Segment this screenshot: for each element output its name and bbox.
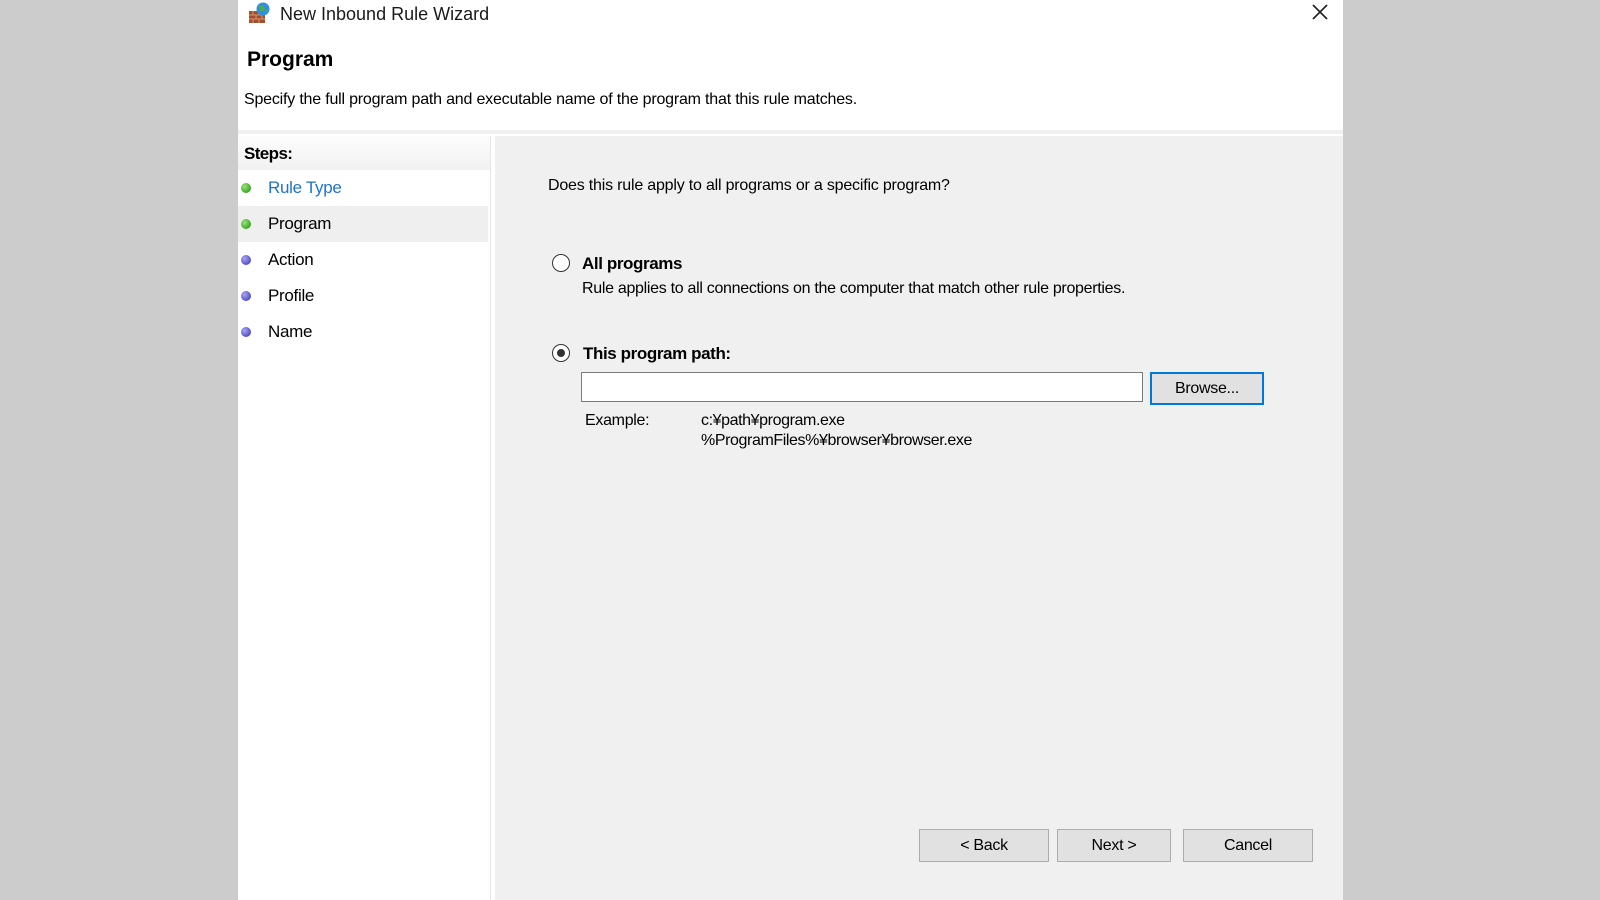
step-label: Action [268, 250, 314, 269]
next-button[interactable]: Next > [1057, 829, 1171, 862]
step-complete-icon [241, 183, 251, 193]
step-label: Program [268, 214, 332, 233]
all-programs-radio[interactable] [552, 254, 570, 272]
program-path-label[interactable]: This program path: [583, 344, 731, 364]
example-path-1: c:¥path¥program.exe [701, 412, 845, 429]
header-divider [238, 130, 1343, 134]
close-button[interactable] [1303, 0, 1337, 28]
steps-panel: Steps: Rule Type Program Action Profile … [238, 136, 491, 900]
page-description: Specify the full program path and execut… [244, 91, 857, 108]
step-label: Profile [268, 286, 315, 305]
wizard-window: New Inbound Rule Wizard Program Specify … [238, 0, 1343, 900]
all-programs-description: Rule applies to all connections on the c… [582, 280, 1126, 297]
window-title: New Inbound Rule Wizard [280, 4, 490, 24]
back-button[interactable]: < Back [919, 829, 1049, 862]
step-program[interactable]: Program [238, 206, 488, 242]
step-pending-icon [241, 291, 251, 301]
page-title: Program [247, 48, 334, 71]
firewall-globe-icon [248, 2, 272, 24]
step-profile: Profile [238, 278, 490, 314]
browse-button[interactable]: Browse... [1150, 372, 1264, 405]
steps-heading: Steps: [238, 136, 490, 170]
step-pending-icon [241, 327, 251, 337]
step-complete-icon [241, 219, 251, 229]
example-label: Example: [585, 412, 650, 429]
content-panel: Does this rule apply to all programs or … [495, 136, 1343, 900]
cancel-button[interactable]: Cancel [1183, 829, 1313, 862]
question-text: Does this rule apply to all programs or … [548, 177, 950, 194]
title-bar: New Inbound Rule Wizard [238, 0, 1343, 30]
step-label: Name [268, 322, 313, 341]
close-icon [1311, 3, 1329, 26]
step-name: Name [238, 314, 490, 350]
step-label: Rule Type [268, 178, 342, 197]
program-path-input[interactable] [581, 372, 1143, 402]
example-path-2: %ProgramFiles%¥browser¥browser.exe [701, 432, 972, 449]
program-path-radio[interactable] [552, 344, 570, 362]
step-rule-type[interactable]: Rule Type [238, 170, 490, 206]
step-action: Action [238, 242, 490, 278]
all-programs-label[interactable]: All programs [582, 254, 682, 274]
step-pending-icon [241, 255, 251, 265]
